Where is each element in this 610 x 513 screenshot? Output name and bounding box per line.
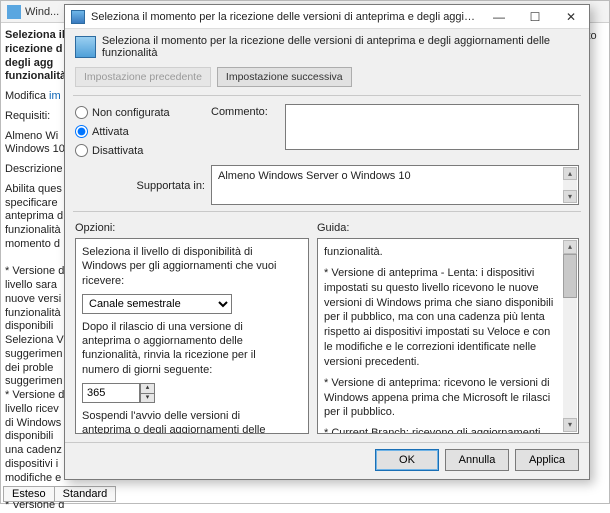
scroll-track[interactable] [563, 298, 577, 418]
panes-header: Opzioni: Guida: [65, 216, 589, 236]
minimize-button[interactable]: — [481, 5, 517, 29]
radio-disabled[interactable]: Disattivata [75, 144, 205, 157]
guide-p: * Versione di anteprima - Lenta: i dispo… [324, 266, 556, 370]
spin-up-icon[interactable]: ▴ [140, 383, 155, 393]
tab-esteso[interactable]: Esteso [3, 486, 55, 502]
dialog-icon [71, 10, 85, 24]
guide-p: funzionalità. [324, 245, 556, 260]
radio-disabled-input[interactable] [75, 144, 88, 157]
comment-label: Commento: [211, 104, 281, 118]
arrow-down-icon[interactable]: ▾ [563, 190, 577, 203]
supported-row: Supportata in: Almeno Windows Server o W… [65, 165, 589, 211]
radio-enabled[interactable]: Attivata [75, 125, 205, 138]
spin-down-icon[interactable]: ▾ [140, 393, 155, 403]
guide-scrollbar[interactable]: ▴ ▾ [563, 240, 577, 432]
days-input[interactable] [82, 383, 140, 403]
guide-pane: funzionalità. * Versione di anteprima - … [317, 238, 579, 434]
tab-standard[interactable]: Standard [54, 486, 117, 502]
arrow-up-icon[interactable]: ▴ [563, 167, 577, 180]
days-spinner[interactable]: ▴▾ [140, 383, 155, 403]
comment-input[interactable] [285, 104, 579, 150]
guide-label: Guida: [317, 222, 579, 234]
parent-window-title: Wind... [25, 6, 59, 18]
prev-setting-button[interactable]: Impostazione precedente [75, 67, 211, 87]
supported-label: Supportata in: [75, 178, 205, 192]
guide-p: * Versione di anteprima: ricevono le ver… [324, 376, 556, 421]
dialog-title: Seleziona il momento per la ricezione de… [91, 11, 481, 23]
edit-link[interactable]: im [49, 90, 61, 102]
panes: Seleziona il livello di disponibilità di… [65, 236, 589, 442]
options-pane: Seleziona il livello di disponibilità di… [75, 238, 309, 434]
parent-tabs: Esteso Standard [3, 486, 115, 502]
policy-dialog: Seleziona il momento per la ricezione de… [64, 4, 590, 480]
maximize-button[interactable]: ☐ [517, 5, 553, 29]
next-setting-button[interactable]: Impostazione successiva [217, 67, 352, 87]
supported-scrollbar[interactable]: ▴▾ [563, 167, 577, 203]
options-label: Opzioni: [75, 222, 309, 234]
nav-buttons: Impostazione precedente Impostazione suc… [65, 63, 589, 95]
radio-not-configured-input[interactable] [75, 106, 88, 119]
supported-text: Almeno Windows Server o Windows 10 [218, 170, 411, 182]
apply-button[interactable]: Applica [515, 449, 579, 471]
divider [73, 211, 581, 212]
opt-p3: Sospendi l'avvio delle versioni di antep… [82, 409, 286, 434]
config-row: Non configurata Attivata Disattivata Com… [65, 100, 589, 165]
days-stepper: ▴▾ [82, 383, 286, 403]
cancel-button[interactable]: Annulla [445, 449, 509, 471]
guide-p: * Current Branch: ricevono gli aggiornam… [324, 426, 556, 434]
close-button[interactable]: ✕ [553, 5, 589, 29]
dialog-footer: OK Annulla Applica [65, 442, 589, 479]
arrow-down-icon[interactable]: ▾ [563, 418, 577, 432]
header-icon [75, 36, 96, 58]
header-text: Seleziona il momento per la ricezione de… [102, 35, 579, 59]
opt-p2: Dopo il rilascio di una versione di ante… [82, 320, 286, 377]
supported-box: Almeno Windows Server o Windows 10 ▴▾ [211, 165, 579, 205]
parent-window-icon [7, 5, 21, 19]
channel-select[interactable]: Canale semestrale [82, 294, 232, 314]
dialog-titlebar[interactable]: Seleziona il momento per la ricezione de… [65, 5, 589, 29]
radio-enabled-input[interactable] [75, 125, 88, 138]
arrow-up-icon[interactable]: ▴ [563, 240, 577, 254]
ok-button[interactable]: OK [375, 449, 439, 471]
opt-p1: Seleziona il livello di disponibilità di… [82, 245, 286, 288]
state-radios: Non configurata Attivata Disattivata [75, 104, 205, 157]
scroll-thumb[interactable] [563, 254, 577, 298]
dialog-header: Seleziona il momento per la ricezione de… [65, 29, 589, 63]
divider [73, 95, 581, 96]
radio-not-configured[interactable]: Non configurata [75, 106, 205, 119]
